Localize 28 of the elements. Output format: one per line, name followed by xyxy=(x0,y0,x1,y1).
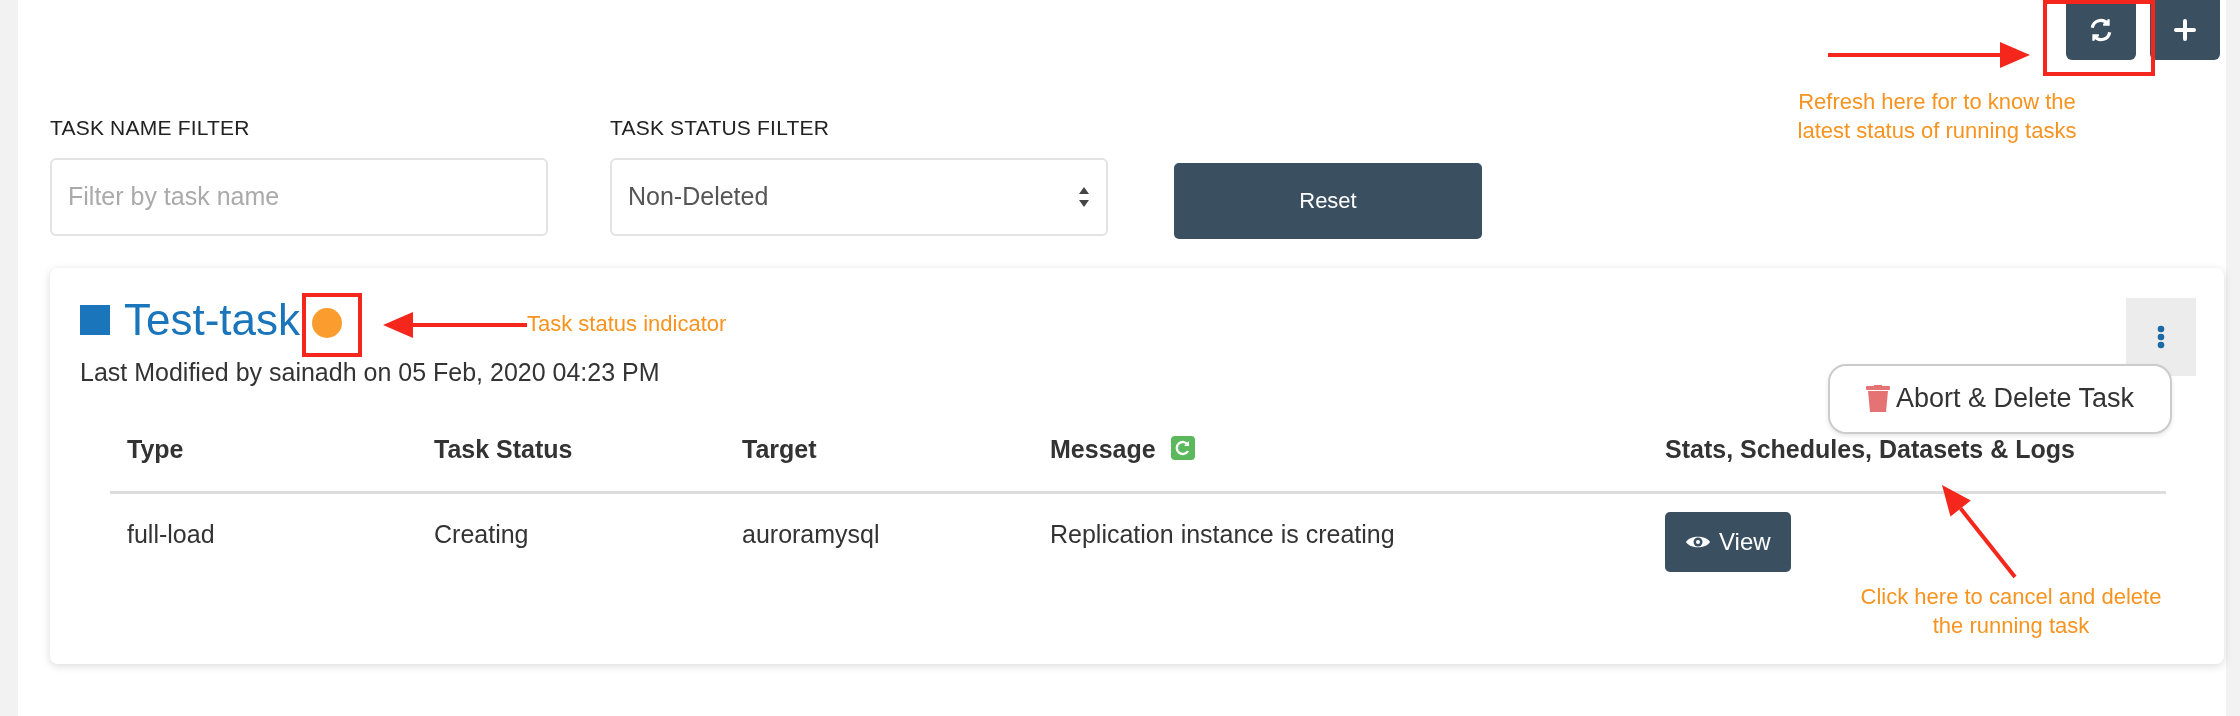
table-cell: Creating xyxy=(417,492,725,594)
column-header: Task Status xyxy=(417,431,725,492)
highlight-frame xyxy=(302,293,362,357)
menu-item[interactable]: Abort & Delete Task xyxy=(1857,374,2143,423)
annotation-text: Task status indicator xyxy=(527,310,727,338)
table-cell: Replication instance is creating xyxy=(1033,492,1648,594)
annotation-text: Refresh here for to know the latest status of running tasks xyxy=(1796,88,2078,145)
filter-label: TASK NAME FILTER xyxy=(50,115,251,141)
reset-button[interactable]: Reset xyxy=(1174,162,1482,239)
trash-icon xyxy=(1865,384,1890,413)
status-select[interactable]: Non-Deleted xyxy=(610,157,1108,236)
square-icon xyxy=(80,304,110,335)
view-button[interactable]: View xyxy=(1665,511,1791,572)
more-icon xyxy=(2157,324,2165,349)
filter-label: TASK STATUS FILTER xyxy=(610,115,831,141)
add-button[interactable] xyxy=(2150,0,2220,60)
column-header: Target xyxy=(725,431,1033,492)
last-modified-text: Last Modified by sainadh on 05 Feb, 2020 04:23 PM xyxy=(80,356,660,388)
table-cell: auroramysql xyxy=(725,492,1033,594)
column-header: Type xyxy=(110,431,417,492)
plus-icon xyxy=(2174,19,2196,41)
task-name-link[interactable]: Test-task xyxy=(124,297,301,342)
filter-input[interactable]: Filter by task name xyxy=(50,157,548,236)
refresh-icon xyxy=(2088,17,2114,43)
column-header: Stats, Schedules, Datasets & Logs xyxy=(1648,431,2166,492)
annotation-text: Click here to cancel and delete the running task xyxy=(1859,583,2163,640)
column-header: Message xyxy=(1050,435,1156,463)
table-cell: full-load xyxy=(110,492,417,594)
